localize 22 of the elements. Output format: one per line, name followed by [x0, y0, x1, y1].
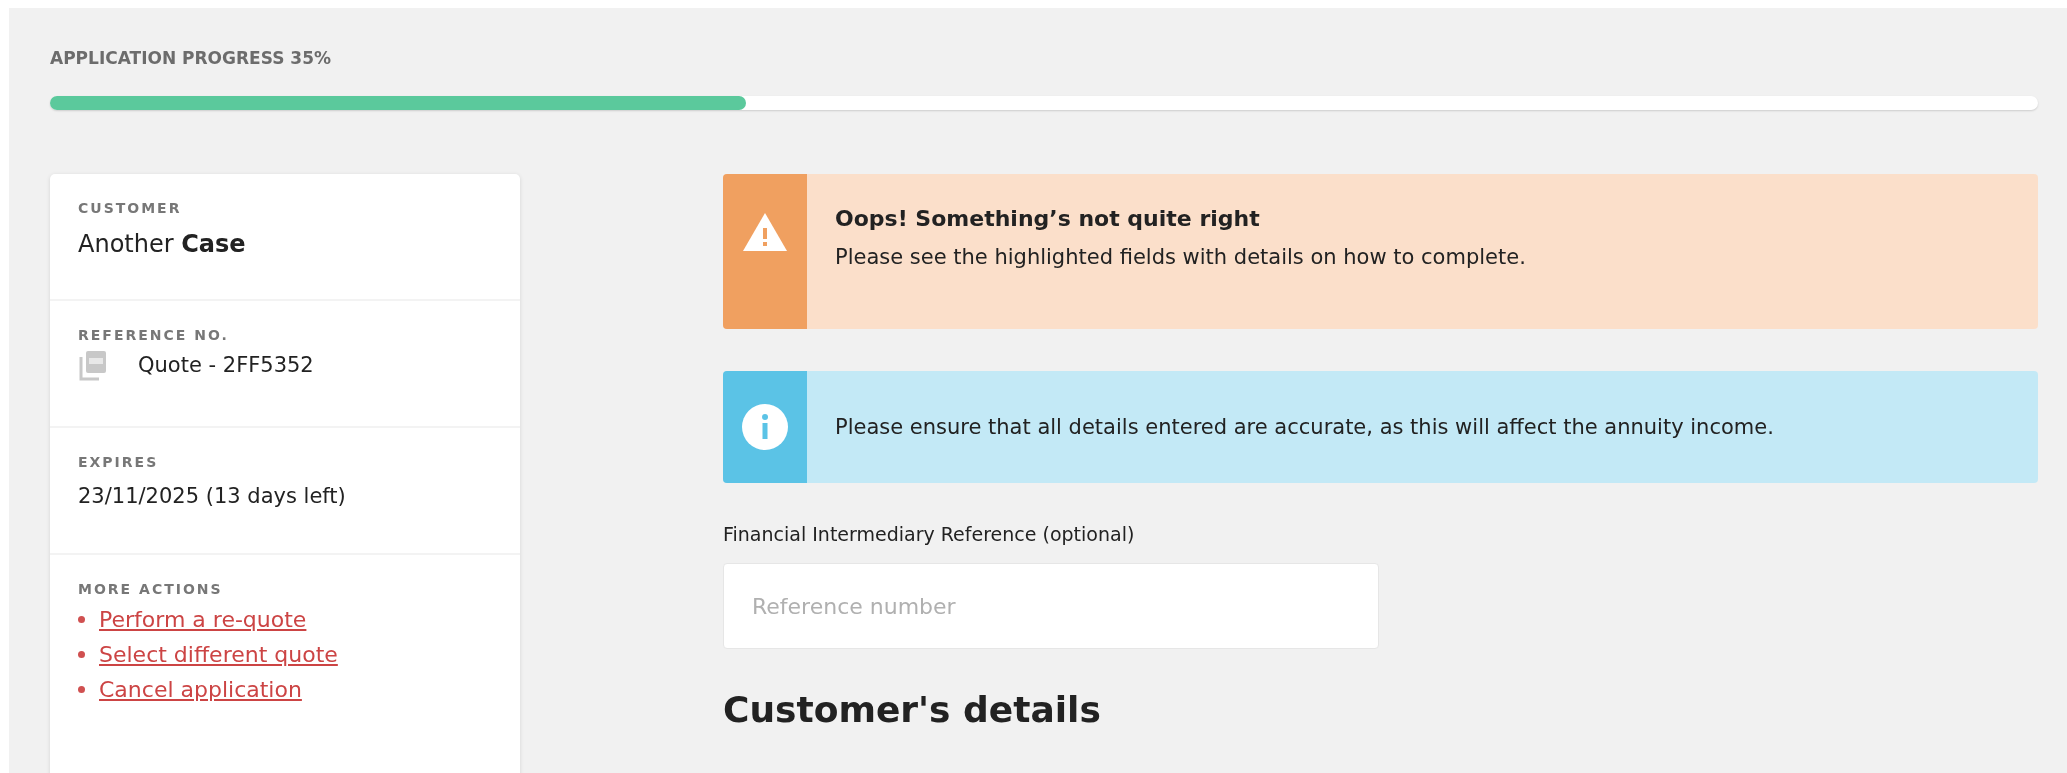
field-label: CUSTOMER — [78, 200, 183, 216]
section-heading: Customer's details — [723, 689, 1102, 730]
warning-icon — [742, 212, 788, 252]
bullet-icon — [78, 651, 85, 658]
action-link[interactable]: Perform a re-quote — [99, 607, 307, 632]
field-label: EXPIRES — [78, 454, 160, 470]
field-label: MORE ACTIONS — [78, 581, 224, 597]
field-label: REFERENCE NO. — [78, 327, 230, 343]
info-icon — [742, 404, 788, 450]
field-label: Financial Intermediary Reference (optional) — [723, 523, 1136, 545]
reference-input[interactable]: Reference number — [723, 563, 1379, 649]
action-link[interactable]: Cancel application — [99, 677, 302, 702]
customer-name: Another Case — [78, 230, 247, 258]
action-link[interactable]: Select different quote — [99, 642, 338, 667]
bullet-icon — [78, 686, 85, 693]
quote-reference: Quote - 2FF5352 — [138, 353, 314, 377]
alert-message: Please see the highlighted fields with details on how to complete. — [835, 245, 1526, 269]
progress-label: APPLICATION PROGRESS 35% — [50, 48, 333, 70]
bullet-icon — [78, 616, 85, 623]
alert-title: Oops! Something’s not quite right — [835, 206, 1261, 231]
expiry-date: 23/11/2025 (13 days left) — [78, 484, 347, 508]
alert-message: Please ensure that all details entered are accurate, as this will affect the annuity income. — [835, 415, 1774, 439]
